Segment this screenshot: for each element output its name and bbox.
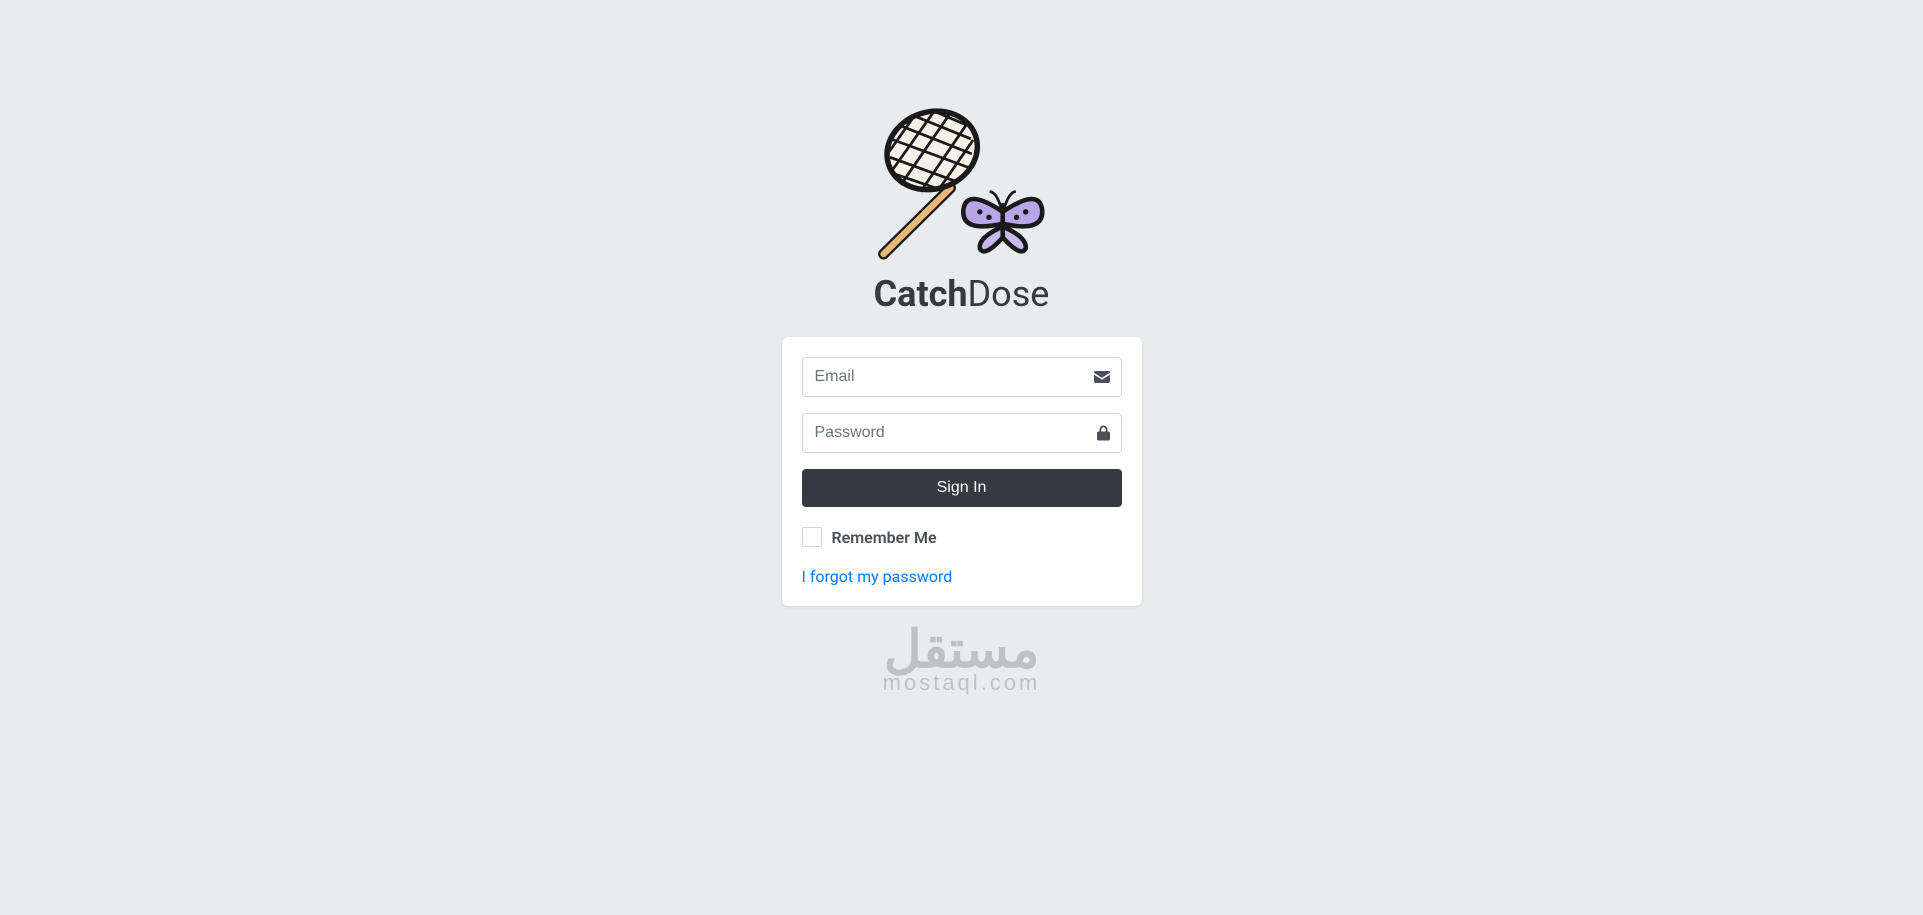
remember-checkbox[interactable] <box>802 527 822 547</box>
watermark: مستقل mostaql.com <box>883 624 1041 694</box>
app-title-bold: Catch <box>874 273 968 315</box>
watermark-latin: mostaql.com <box>883 672 1041 694</box>
app-title-light: Dose <box>968 273 1050 315</box>
remember-label[interactable]: Remember Me <box>832 528 937 547</box>
app-title: CatchDose <box>874 273 1050 315</box>
forgot-password-link[interactable]: I forgot my password <box>802 567 953 586</box>
watermark-arabic: مستقل <box>883 624 1041 676</box>
login-card: Sign In Remember Me I forgot my password <box>782 337 1142 606</box>
password-input[interactable] <box>802 413 1122 453</box>
envelope-icon <box>1094 371 1110 383</box>
signin-button[interactable]: Sign In <box>802 469 1122 507</box>
lock-icon <box>1097 426 1110 441</box>
logo-icon <box>869 100 1054 265</box>
email-input[interactable] <box>802 357 1122 397</box>
